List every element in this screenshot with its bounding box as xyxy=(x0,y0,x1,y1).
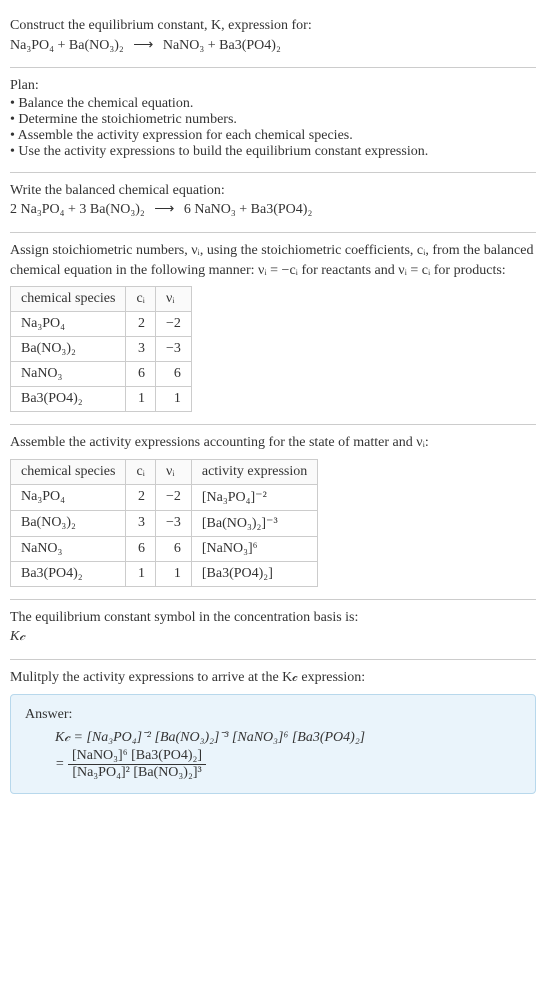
activity-table: chemical species cᵢ νᵢ activity expressi… xyxy=(10,459,318,587)
table-header-row: chemical species cᵢ νᵢ xyxy=(11,287,192,312)
answer-body: K𝒸 = [Na₃PO₄]⁻² [Ba(NO₃)₂]⁻³ [NaNO₃]⁶ [B… xyxy=(25,730,521,781)
intro-equation: Na₃PO₄ + Ba(NO₃)₂ ⟶ NaNO₃ + Ba3(PO4)₂ xyxy=(10,36,536,56)
col-vi: νᵢ xyxy=(155,287,191,312)
balanced-equation: 2 Na₃PO₄ + 3 Ba(NO₃)₂ ⟶ 6 NaNO₃ + Ba3(PO… xyxy=(10,200,536,220)
answer-line2: = [NaNO₃]⁶ [Ba3(PO4)₂] [Na₃PO₄]² [Ba(NO₃… xyxy=(55,748,521,781)
col-species: chemical species xyxy=(11,459,126,484)
table-row: NaNO₃66[NaNO₃]⁶ xyxy=(11,536,318,561)
answer-label: Answer: xyxy=(25,705,521,725)
lhs2: Ba(NO₃)₂ xyxy=(69,38,124,53)
intro-section: Construct the equilibrium constant, K, e… xyxy=(10,8,536,68)
col-vi: νᵢ xyxy=(155,459,191,484)
col-species: chemical species xyxy=(11,287,126,312)
activity-text: Assemble the activity expressions accoun… xyxy=(10,433,536,453)
col-ci: cᵢ xyxy=(126,287,156,312)
stoich-table: chemical species cᵢ νᵢ Na₃PO₄2−2 Ba(NO₃)… xyxy=(10,286,192,412)
arrow-icon: ⟶ xyxy=(148,202,180,217)
balanced-heading: Write the balanced chemical equation: xyxy=(10,181,536,201)
balanced-section: Write the balanced chemical equation: 2 … xyxy=(10,173,536,233)
stoich-text: Assign stoichiometric numbers, νᵢ, using… xyxy=(10,241,536,280)
table-row: Ba(NO₃)₂3−3[Ba(NO₃)₂]⁻³ xyxy=(11,510,318,536)
rhs1: NaNO₃ xyxy=(163,38,204,53)
answer-line1: K𝒸 = [Na₃PO₄]⁻² [Ba(NO₃)₂]⁻³ [NaNO₃]⁶ [B… xyxy=(55,730,521,746)
intro-line1: Construct the equilibrium constant, K, e… xyxy=(10,16,536,36)
plan-item: Assemble the activity expression for eac… xyxy=(10,128,536,144)
symbol-section: The equilibrium constant symbol in the c… xyxy=(10,600,536,660)
rhs2: Ba3(PO4)₂ xyxy=(219,38,281,53)
fraction: [NaNO₃]⁶ [Ba3(PO4)₂] [Na₃PO₄]² [Ba(NO₃)₂… xyxy=(68,748,206,781)
plan-item: Use the activity expressions to build th… xyxy=(10,144,536,160)
plan-section: Plan: Balance the chemical equation. Det… xyxy=(10,68,536,173)
table-row: Ba3(PO4)₂11[Ba3(PO4)₂] xyxy=(11,561,318,586)
fraction-numerator: [NaNO₃]⁶ [Ba3(PO4)₂] xyxy=(68,748,206,765)
plan-item: Determine the stoichiometric numbers. xyxy=(10,112,536,128)
fraction-denominator: [Na₃PO₄]² [Ba(NO₃)₂]³ xyxy=(68,765,206,781)
table-row: Na₃PO₄2−2[Na₃PO₄]⁻² xyxy=(11,484,318,510)
lhs1: Na₃PO₄ xyxy=(10,38,54,53)
answer-box: Answer: K𝒸 = [Na₃PO₄]⁻² [Ba(NO₃)₂]⁻³ [Na… xyxy=(10,694,536,795)
table-row: Ba(NO₃)₂3−3 xyxy=(11,337,192,362)
activity-section: Assemble the activity expressions accoun… xyxy=(10,425,536,600)
table-header-row: chemical species cᵢ νᵢ activity expressi… xyxy=(11,459,318,484)
col-activity: activity expression xyxy=(191,459,317,484)
table-row: Na₃PO₄2−2 xyxy=(11,312,192,337)
multiply-text: Mulitply the activity expressions to arr… xyxy=(10,668,536,688)
symbol-value: K𝒸 xyxy=(10,627,536,647)
arrow-icon: ⟶ xyxy=(127,38,159,53)
col-ci: cᵢ xyxy=(126,459,156,484)
plan-list: Balance the chemical equation. Determine… xyxy=(10,96,536,160)
plan-heading: Plan: xyxy=(10,76,536,96)
symbol-text: The equilibrium constant symbol in the c… xyxy=(10,608,536,628)
table-row: Ba3(PO4)₂11 xyxy=(11,387,192,412)
table-row: NaNO₃66 xyxy=(11,362,192,387)
multiply-section: Mulitply the activity expressions to arr… xyxy=(10,660,536,806)
stoich-section: Assign stoichiometric numbers, νᵢ, using… xyxy=(10,233,536,425)
plan-item: Balance the chemical equation. xyxy=(10,96,536,112)
